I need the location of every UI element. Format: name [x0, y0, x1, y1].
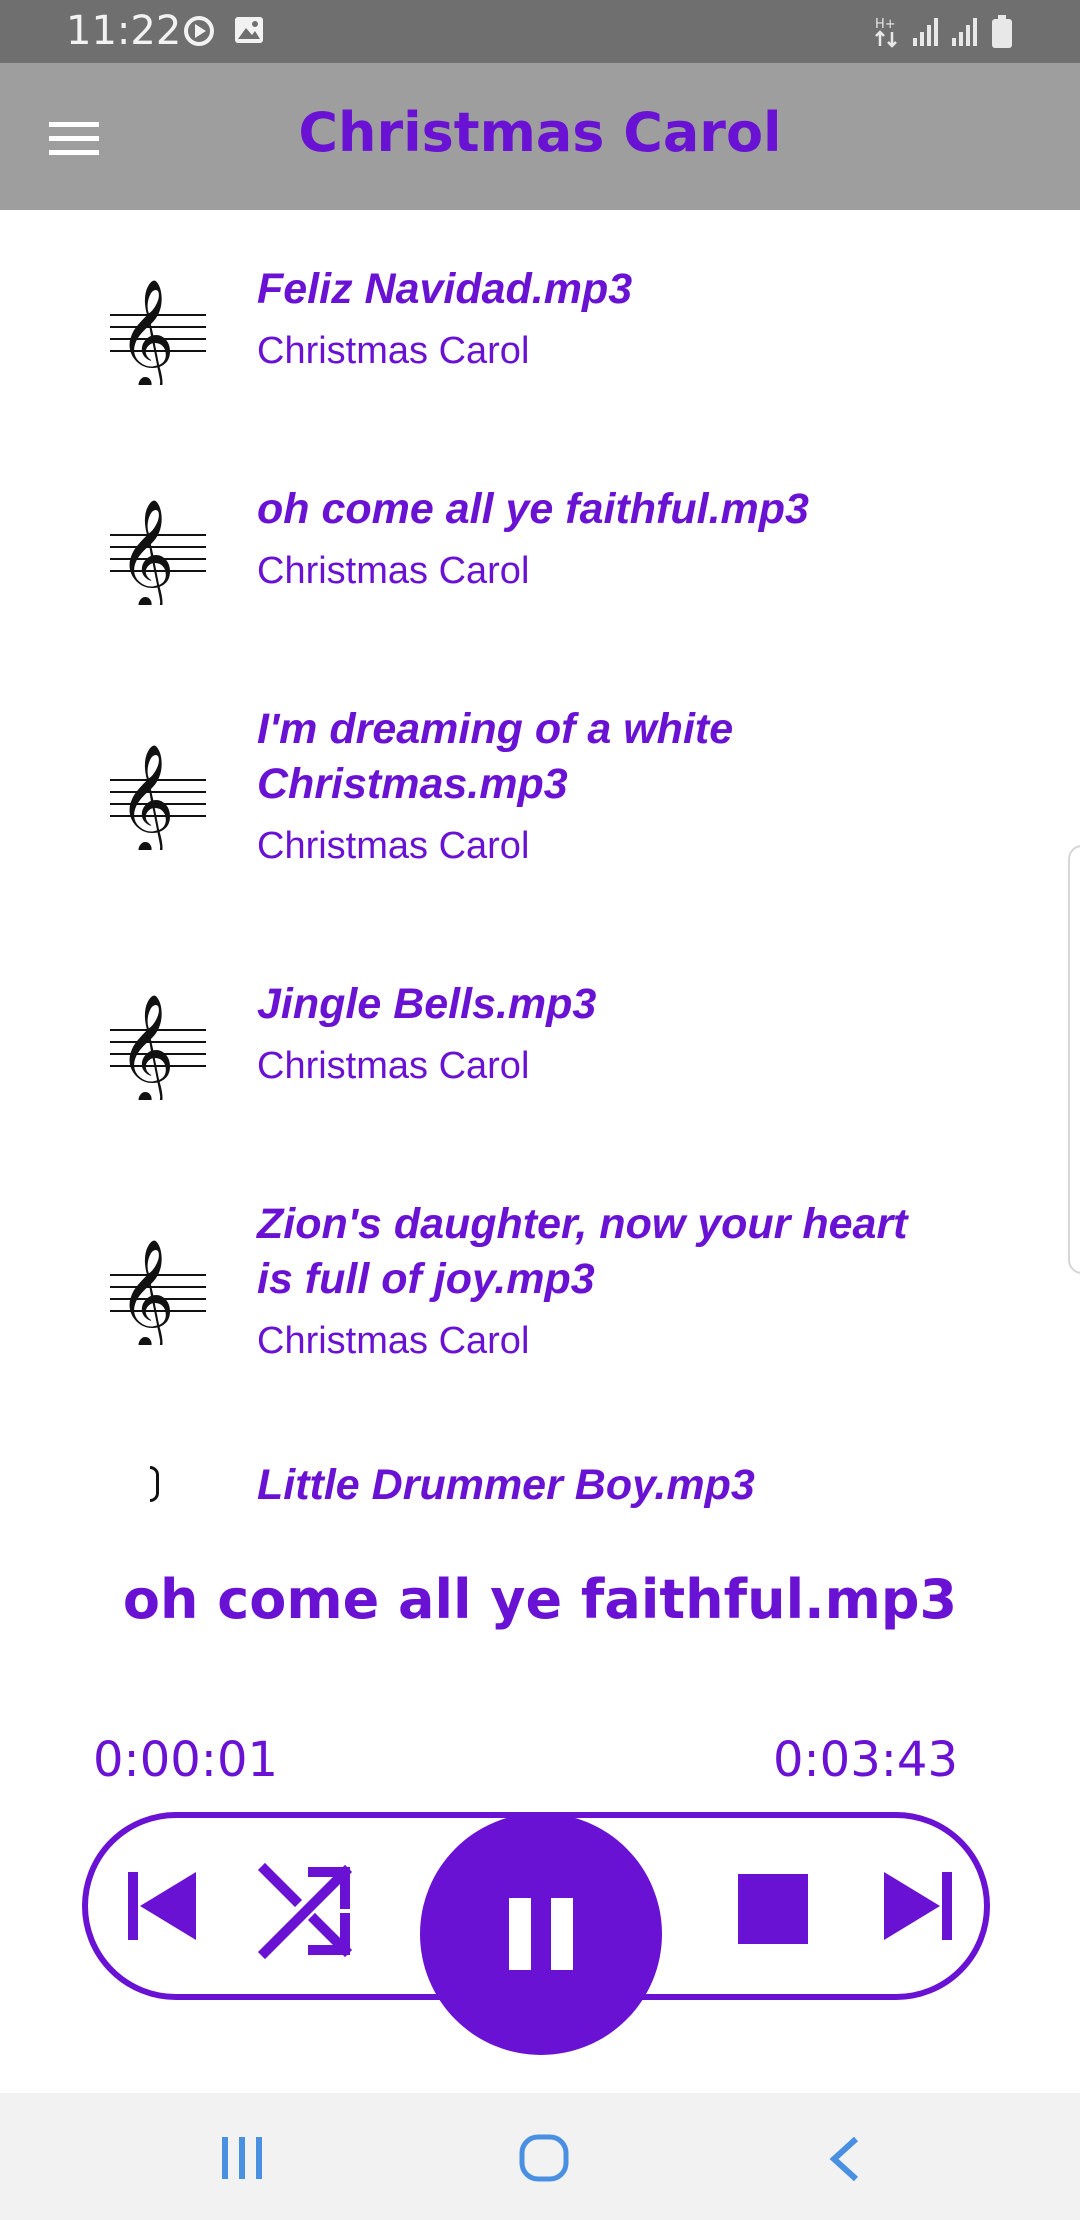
song-title: oh come all ye faithful.mp3: [257, 485, 809, 533]
song-artist: Christmas Carol: [257, 825, 530, 867]
pause-icon: [509, 1898, 573, 1970]
status-time: 11:22: [66, 8, 182, 54]
song-artist: Christmas Carol: [257, 1045, 530, 1087]
status-bar: 11:22 H+: [0, 0, 1080, 63]
song-title: Little Drummer Boy.mp3: [257, 1461, 755, 1509]
song-artist: Christmas Carol: [257, 330, 530, 372]
treble-clef-icon: 𝄞: [110, 498, 206, 605]
pause-button[interactable]: [420, 1813, 662, 2055]
song-artist: Christmas Carol: [257, 1320, 530, 1362]
svg-text:𝄞: 𝄞: [118, 993, 175, 1100]
battery-icon: [992, 15, 1012, 48]
list-item[interactable]: 𝄞 I'm dreaming of a white Christmas.mp3 …: [0, 680, 1080, 900]
svg-text:𝄞: 𝄞: [118, 498, 175, 605]
next-icon[interactable]: [878, 1866, 958, 1946]
scroll-indicator[interactable]: [1068, 845, 1080, 1274]
list-item[interactable]: Little Drummer Boy.mp3: [0, 1458, 1080, 1510]
signal-icon-2: [952, 18, 977, 46]
data-transfer-icon: H+: [875, 17, 897, 48]
song-title: Feliz Navidad.mp3: [257, 265, 633, 313]
song-title: Jingle Bells.mp3: [257, 980, 597, 1028]
song-title: I'm dreaming of a white Christmas.mp3: [257, 705, 734, 808]
list-item[interactable]: 𝄞 Jingle Bells.mp3 Christmas Carol: [0, 955, 1080, 1125]
signal-icon-1: [913, 18, 938, 46]
treble-clef-icon: 𝄞: [110, 743, 206, 850]
list-item[interactable]: 𝄞 Zion's daughter, now your heart is ful…: [0, 1175, 1080, 1395]
media-play-icon: [184, 16, 214, 46]
app-bar: Christmas Carol: [0, 63, 1080, 210]
shuffle-icon[interactable]: [255, 1858, 359, 1962]
treble-clef-icon: 𝄞: [110, 993, 206, 1100]
back-icon[interactable]: [826, 2135, 862, 2183]
svg-text:𝄞: 𝄞: [118, 278, 175, 385]
previous-icon[interactable]: [122, 1866, 202, 1946]
home-icon[interactable]: [518, 2133, 570, 2183]
svg-text:𝄞: 𝄞: [118, 1238, 175, 1345]
song-artist: Christmas Carol: [257, 550, 530, 592]
treble-clef-icon: 𝄞: [110, 1238, 206, 1345]
now-playing-title: oh come all ye faithful.mp3: [122, 1568, 958, 1631]
treble-clef-icon: 𝄞: [110, 278, 206, 385]
system-nav-bar: [0, 2093, 1080, 2220]
current-time: 0:00:01: [93, 1732, 279, 1788]
song-title: Zion's daughter, now your heart is full …: [257, 1200, 908, 1303]
total-time: 0:03:43: [772, 1732, 958, 1788]
svg-text:𝄞: 𝄞: [118, 743, 175, 850]
recents-icon[interactable]: [220, 2135, 264, 2181]
list-item[interactable]: 𝄞 oh come all ye faithful.mp3 Christmas …: [0, 460, 1080, 630]
song-list[interactable]: 𝄞 Feliz Navidad.mp3 Christmas Carol 𝄞 oh…: [0, 210, 1080, 1510]
list-item[interactable]: 𝄞 Feliz Navidad.mp3 Christmas Carol: [0, 240, 1080, 410]
svg-text:H+: H+: [875, 17, 896, 32]
image-icon: [235, 17, 263, 43]
stop-icon[interactable]: [736, 1872, 810, 1946]
treble-clef-icon: [150, 1466, 159, 1502]
app-title: Christmas Carol: [298, 101, 782, 164]
